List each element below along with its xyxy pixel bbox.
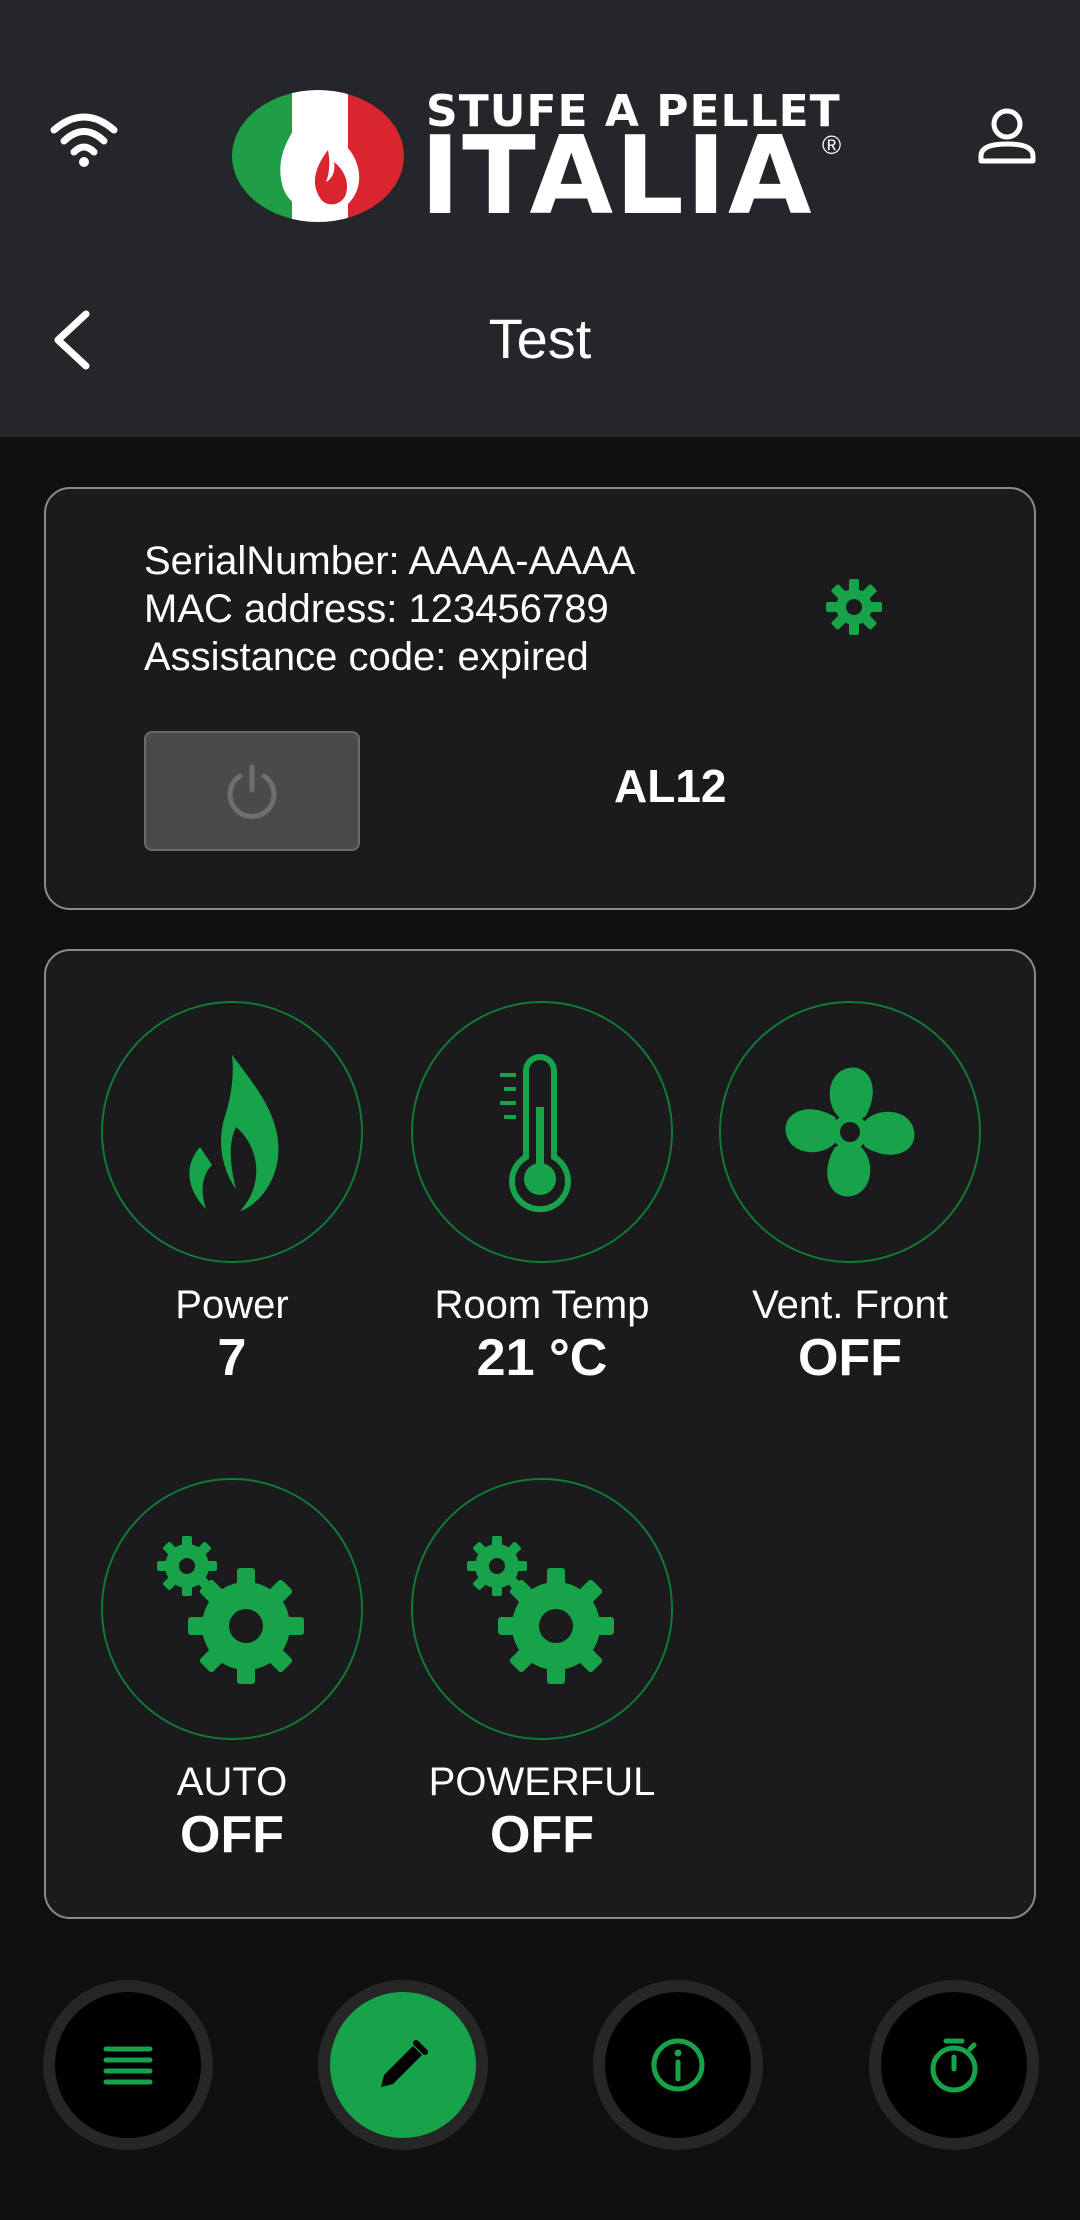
logo-wordmark: ITALIA [420, 114, 814, 239]
auto-control[interactable] [101, 1478, 363, 1740]
timer-icon [930, 2038, 978, 2093]
menu-icon [103, 2046, 153, 2085]
controls-card: Power 7 Room Temp 21 °C Vent. Front OFF … [44, 949, 1036, 1919]
vent-front-control[interactable] [719, 1001, 981, 1263]
fan-icon [785, 1067, 915, 1197]
timer-button[interactable] [869, 1980, 1039, 2150]
vent-front-value: OFF [798, 1329, 902, 1387]
info-button[interactable] [593, 1980, 763, 2150]
auto-tile[interactable]: AUTO OFF [101, 1478, 363, 1865]
vent-front-tile[interactable]: Vent. Front OFF [719, 1001, 981, 1388]
power-value: 7 [217, 1329, 247, 1387]
auto-value: OFF [180, 1806, 284, 1864]
user-icon[interactable] [976, 106, 1038, 168]
wifi-icon[interactable] [48, 108, 120, 168]
flame-flag-logo-icon [232, 90, 404, 222]
info-icon [651, 2038, 705, 2092]
gears-icon [467, 1536, 614, 1684]
registered-mark: ® [822, 130, 842, 160]
power-button[interactable] [144, 731, 360, 851]
powerful-control[interactable] [411, 1478, 673, 1740]
assistance-code-text: Assistance code: expired [144, 635, 589, 679]
mac-address-text: MAC address: 123456789 [144, 587, 609, 631]
room-temp-tile[interactable]: Room Temp 21 °C [411, 1001, 673, 1388]
serial-number-text: SerialNumber: AAAA-AAAA [144, 539, 636, 583]
device-info-card: SerialNumber: AAAA-AAAA MAC address: 123… [44, 487, 1036, 910]
brand-logo: STUFE A PELLET ITALIA ® [230, 80, 850, 239]
power-control[interactable] [101, 1001, 363, 1263]
flame-icon [189, 1055, 279, 1211]
powerful-label: POWERFUL [428, 1760, 656, 1804]
power-label: Power [175, 1283, 289, 1327]
powerful-tile[interactable]: POWERFUL OFF [411, 1478, 673, 1865]
room-temp-control[interactable] [411, 1001, 673, 1263]
room-temp-label: Room Temp [434, 1283, 650, 1327]
settings-gear-icon[interactable] [824, 577, 884, 637]
vent-front-label: Vent. Front [752, 1283, 948, 1327]
power-tile[interactable]: Power 7 [101, 1001, 363, 1388]
device-info: SerialNumber: AAAA-AAAA MAC address: 123… [144, 537, 635, 681]
thermometer-icon [500, 1053, 571, 1213]
auto-label: AUTO [176, 1760, 288, 1804]
app-header: STUFE A PELLET ITALIA ® Test [0, 0, 1080, 437]
power-icon [227, 764, 277, 819]
edit-button[interactable] [318, 1980, 488, 2150]
powerful-value: OFF [490, 1806, 594, 1864]
edit-icon [381, 2040, 428, 2087]
gears-icon [157, 1536, 304, 1684]
page-title: Test [488, 307, 592, 370]
menu-button[interactable] [43, 1980, 213, 2150]
room-temp-value: 21 °C [476, 1329, 608, 1387]
alarm-code: AL12 [614, 760, 727, 812]
